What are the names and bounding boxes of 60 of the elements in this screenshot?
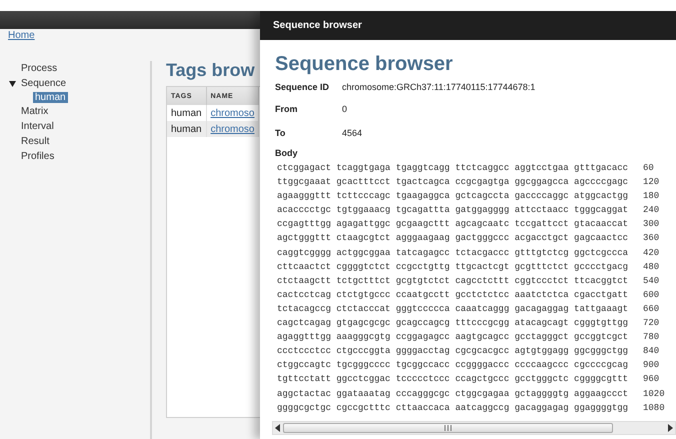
sequence-line: ctctaagctt tctgctttct gcgtgtctct cagcctcttt cggtccctct ttcacggtct — [277, 274, 630, 288]
sequence-line: ccctccctcc ctgcccggta ggggacctag cgcgcacgcc agtgtggagg ggcgggctgg — [277, 345, 630, 358]
line-position: 60 — [643, 162, 654, 175]
field-label: To — [275, 128, 286, 138]
line-position: 780 — [643, 331, 660, 344]
horizontal-scrollbar[interactable] — [272, 421, 676, 435]
field-value: 0 — [342, 104, 348, 114]
sidebar-item[interactable]: Interval — [21, 121, 54, 132]
field-value: 4564 — [342, 128, 362, 138]
field-value: chromosome:GRCh37:11:17740115:17744678:1 — [342, 82, 536, 92]
line-position: 1020 — [643, 388, 665, 400]
sequence-line: acacccctgc tgtggaaacg tgcagattta gatggagggg attcctaacc tgggcaggat — [277, 204, 630, 218]
scroll-left-icon[interactable] — [273, 424, 283, 432]
line-position: 540 — [643, 274, 660, 288]
line-position: 480 — [643, 260, 660, 274]
sidebar-item[interactable]: human — [33, 92, 68, 103]
sidebar-item[interactable]: Result — [21, 136, 50, 147]
sequence-line: agaggtttgg aaagggcgtg ccggagagcc aagtgcagcc gcctagggct gccggtcgct — [277, 331, 630, 344]
sequence-line: ttggcgaaat gcactttcct tgactcagca ccgcgagtga ggcggagcca agccccgagc — [277, 176, 630, 190]
sequence-line: aggctactac ggataaatag cccagggcgc ctggcgagaa gctaggggtg aggaagccct — [277, 388, 630, 400]
line-position: 660 — [643, 302, 660, 316]
sequence-line: ccgagtttgg agagattggc gcgaagcttt agcagcaatc tccgattcct gtacaaccat — [277, 218, 630, 232]
sequence-line: cactcctcag ctctgtgccc ccaatgcctt gcctctctcc aaatctctca cgacctgatt — [277, 288, 630, 302]
sequence-line: tctacagccg ctctacccat gggtccccca caaatcaggg gacagaggag tattgaaagt — [277, 302, 630, 316]
field-label: From — [275, 104, 298, 114]
sequence-line: ctggccagtc tgcgggcccc tgcggccacc ccggggaccc ccccaagccc cgccccgcag — [277, 359, 630, 372]
sidebar-item[interactable]: Sequence — [21, 78, 66, 89]
dialog-title: Sequence browser — [273, 20, 362, 31]
field-label: Sequence ID — [275, 82, 330, 92]
line-position: 360 — [643, 232, 660, 246]
line-position: 240 — [643, 204, 660, 218]
sidebar-item[interactable]: Process — [21, 63, 58, 74]
sidebar-item[interactable]: Profiles — [21, 151, 54, 162]
line-position: 840 — [643, 345, 660, 358]
line-position: 300 — [643, 218, 660, 232]
sequence-line: agctgggttt ctaagcgtct agggaagaag gactgggccc acgacctgct gagcaactcc — [277, 232, 630, 246]
table-cell: human — [167, 121, 206, 137]
sequence-line: ggggcgctgc cgccgctttc cttaaccaca aatcaggccg gacaggagag ggaggggtgg — [277, 402, 630, 415]
line-position: 120 — [643, 176, 660, 190]
scroll-right-icon[interactable] — [665, 424, 675, 432]
name-link[interactable]: chromoso — [210, 108, 254, 118]
sequence-line: cttcaactct cggggtctct ccgcctgttg ttgcactcgt gcgtttctct gcccctgacg — [277, 260, 630, 274]
field-label: Body — [275, 147, 298, 160]
line-position: 1080 — [643, 402, 665, 415]
sequence-line: ctcggagact tcaggtgaga tgaggtcagg ttctcaggcc aggtcctgaa gtttgacacc — [277, 162, 630, 175]
page-title: Tags brow — [166, 60, 255, 80]
line-position: 960 — [643, 373, 660, 386]
sidebar-item[interactable]: Matrix — [21, 106, 48, 117]
line-position: 900 — [643, 359, 660, 372]
home-link[interactable]: Home — [8, 30, 35, 41]
line-position: 600 — [643, 288, 660, 302]
sequence-line: tgttcctatt ggcctcggac tccccctccc ccagctgccc gcctgggctc cggggcgttt — [277, 373, 630, 386]
line-position: 720 — [643, 317, 660, 330]
sequence-line: cagctcagag gtgagcgcgc gcagccagcg tttcccgcgg atacagcagt cgggtgttgg — [277, 317, 630, 330]
scroll-thumb[interactable] — [283, 423, 613, 433]
line-position: 420 — [643, 246, 660, 260]
line-position: 180 — [643, 190, 660, 204]
sequence-line: agaagggttt tcttcccagc tgaagaggca gctcagccta gaccccaggc atggcactgg — [277, 190, 630, 204]
sequence-line: caggtcgggg actggcggaa tatcagagcc tctacgaccc gtttgtctcg ggctcgccca — [277, 246, 630, 260]
dialog-heading: Sequence browser — [275, 52, 454, 77]
